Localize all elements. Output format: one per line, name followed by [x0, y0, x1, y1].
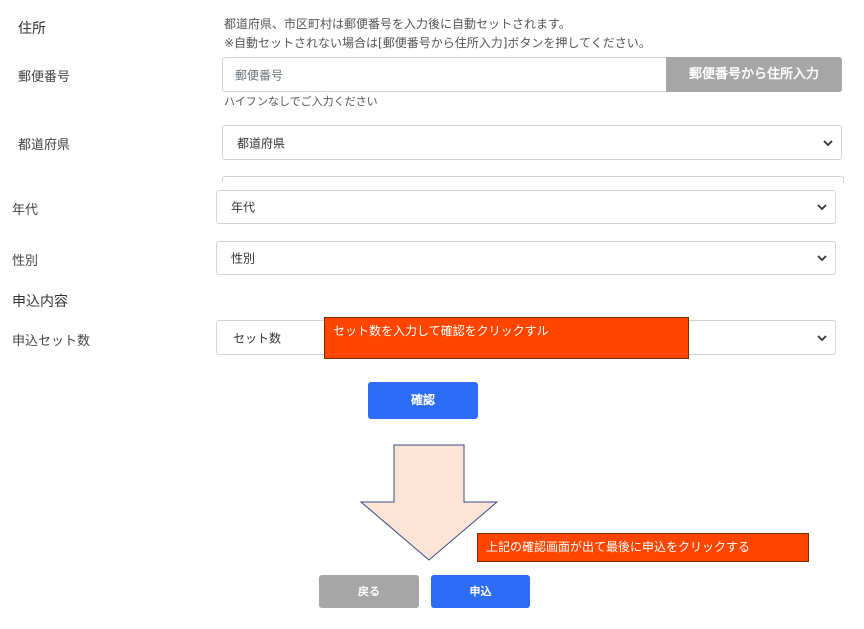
prefecture-selected: 都道府県 [237, 136, 286, 150]
age-selected: 年代 [231, 200, 256, 215]
apply-button[interactable]: 申込 [431, 575, 530, 608]
chevron-down-icon [817, 204, 827, 211]
set-count-selected: セット数 [233, 331, 282, 345]
set-count-label: 申込セット数 [12, 334, 91, 349]
postal-code-placeholder: 郵便番号 [235, 68, 284, 82]
address-note-line2: ※自動セットされない場合は[郵便番号から住所入力]ボタンを押してください。 [224, 36, 651, 50]
back-button[interactable]: 戻る [319, 575, 419, 608]
prefecture-label: 都道府県 [18, 138, 71, 153]
clipped-field-edge [222, 176, 844, 183]
age-label: 年代 [12, 203, 39, 218]
prefecture-select[interactable]: 都道府県 [222, 125, 842, 160]
address-label: 住所 [18, 21, 46, 37]
postal-hint: ハイフンなしでご入力ください [224, 95, 378, 108]
confirm-button[interactable]: 確認 [368, 382, 478, 419]
chevron-down-icon [823, 139, 833, 146]
postal-label: 郵便番号 [18, 70, 71, 85]
postal-lookup-button[interactable]: 郵便番号から住所入力 [666, 57, 842, 92]
chevron-down-icon [817, 255, 827, 262]
gender-selected: 性別 [231, 251, 256, 266]
annotation-enter-and-confirm: セット数を入力して確認をクリックすル [324, 317, 689, 359]
address-note-line1: 都道府県、市区町村は郵便番号を入力後に自動セットされます。 [224, 17, 571, 31]
gender-label: 性別 [12, 254, 39, 269]
postal-code-input[interactable]: 郵便番号 [222, 57, 667, 92]
application-section-title: 申込内容 [12, 294, 68, 310]
gender-select[interactable]: 性別 [216, 241, 836, 275]
annotation-apply-instruction: 上記の確認画面が出て最後に申込をクリックする [477, 533, 809, 562]
age-select[interactable]: 年代 [216, 190, 836, 224]
chevron-down-icon [817, 334, 827, 341]
